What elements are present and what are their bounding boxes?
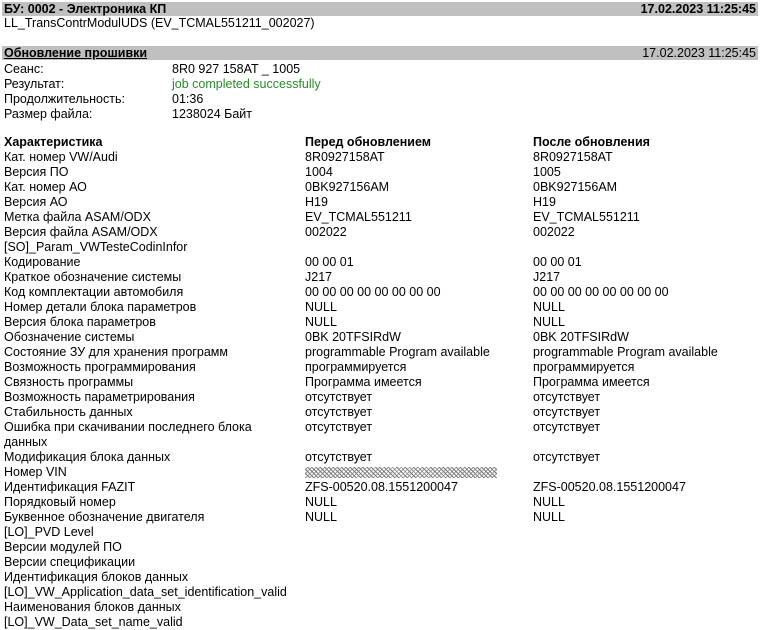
session-label: Сеанс: <box>4 62 44 76</box>
file-size-value: 1238024 Байт <box>172 107 252 121</box>
firmware-update-datetime: 17.02.2023 11:25:45 <box>642 46 756 60</box>
vin-redacted <box>305 465 497 480</box>
duration-value: 01:36 <box>172 92 204 106</box>
session-field: Сеанс: 8R0 927 158AT _ 1005 <box>4 62 744 77</box>
column-header-characteristic: Характеристика <box>4 135 103 149</box>
result-value: job completed successfully <box>172 77 321 91</box>
column-header-after: После обновления <box>533 135 650 149</box>
result-field: Результат: job completed successfully <box>4 77 744 92</box>
duration-label: Продолжительность: <box>4 92 125 106</box>
control-unit-title: БУ: 0002 - Электроника КП <box>4 2 167 16</box>
firmware-update-section-bar: Обновление прошивки 17.02.2023 11:25:45 <box>2 46 758 60</box>
report-datetime: 17.02.2023 11:25:45 <box>640 2 756 16</box>
file-size-label: Размер файла: <box>4 107 93 121</box>
redaction-mask <box>305 467 497 479</box>
file-size-field: Размер файла: 1238024 Байт <box>4 107 744 122</box>
module-subtitle: LL_TransContrModulUDS (EV_TCMAL551211_00… <box>4 16 315 30</box>
column-header-before: Перед обновлением <box>305 135 431 149</box>
result-label: Результат: <box>4 77 65 91</box>
duration-field: Продолжительность: 01:36 <box>4 92 744 107</box>
report-header-bar: БУ: 0002 - Электроника КП 17.02.2023 11:… <box>2 2 758 16</box>
firmware-update-title: Обновление прошивки <box>4 46 148 60</box>
session-value: 8R0 927 158AT _ 1005 <box>172 62 301 76</box>
